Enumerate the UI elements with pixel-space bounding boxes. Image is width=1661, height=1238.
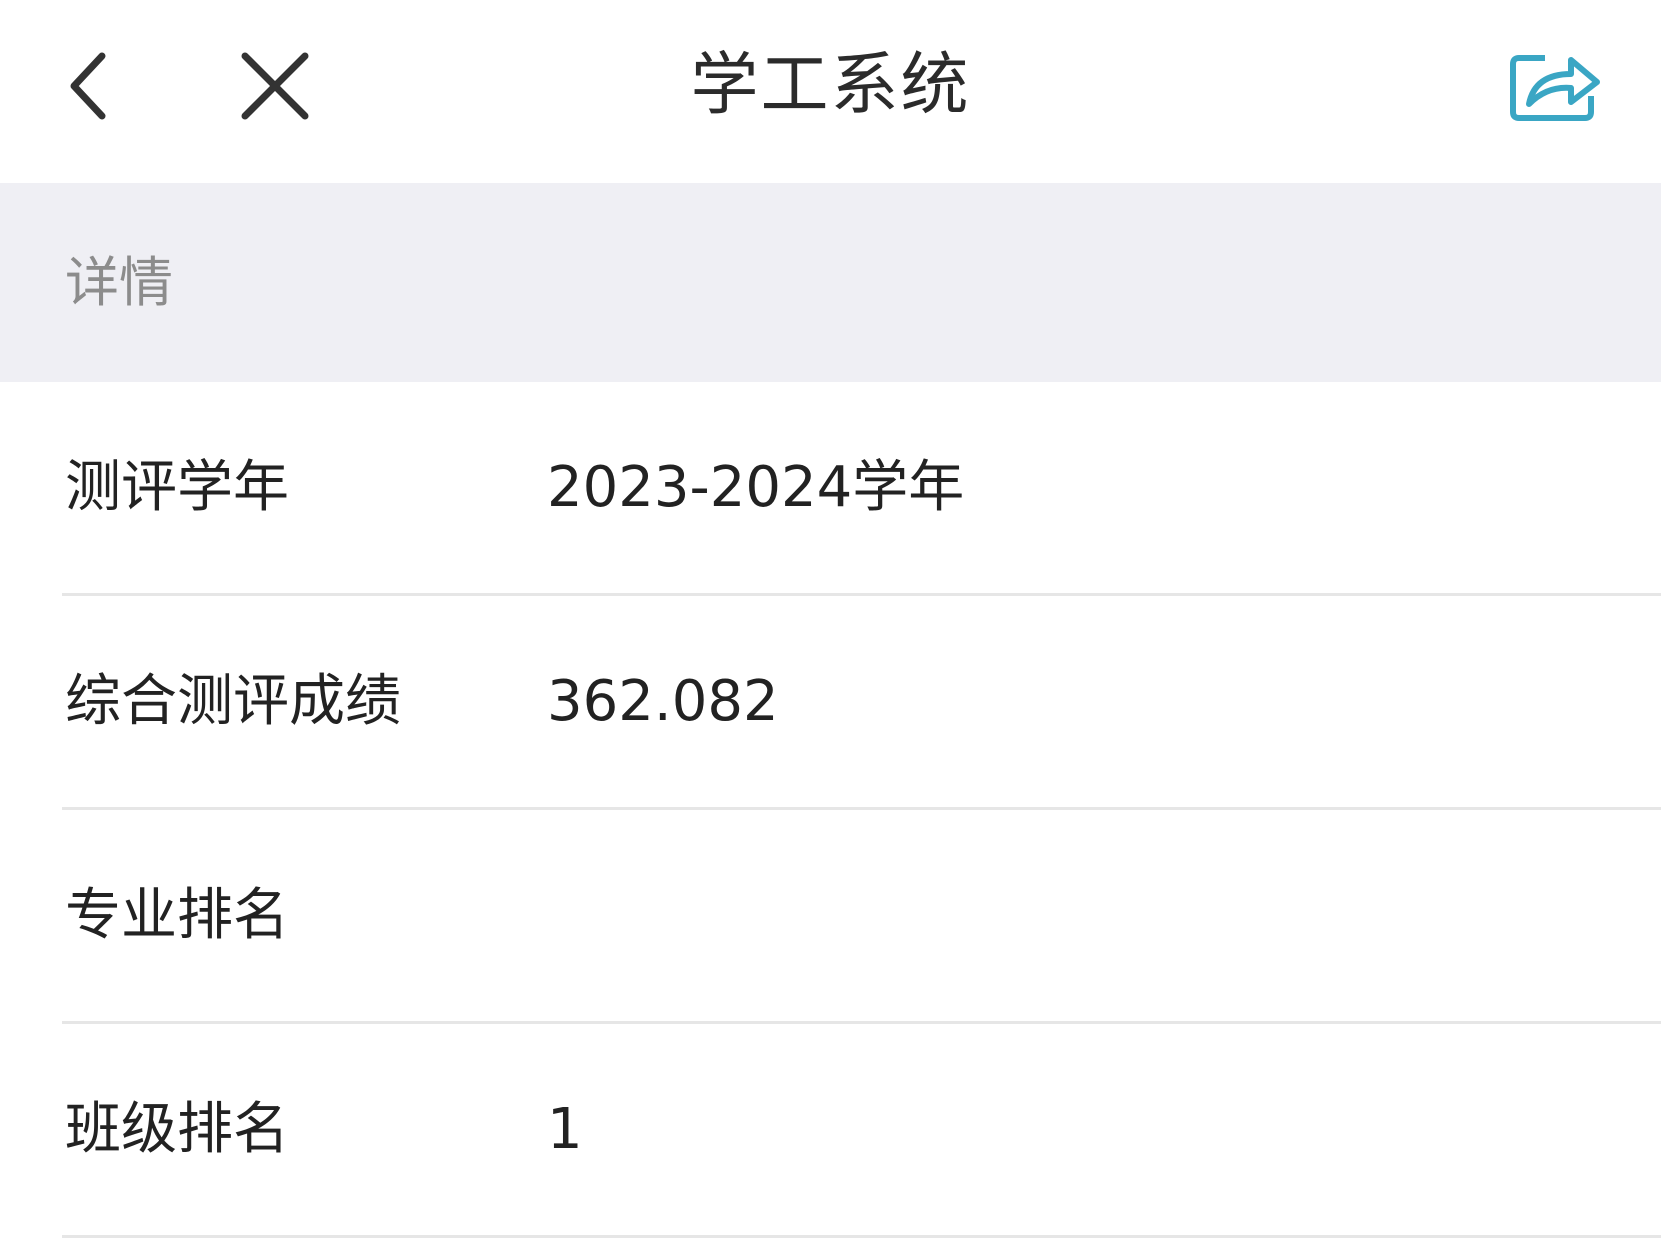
close-button[interactable] [225, 36, 325, 136]
row-label: 测评学年 [65, 455, 289, 520]
back-button[interactable] [50, 36, 130, 136]
detail-list: 测评学年 2023-2024学年 综合测评成绩 362.082 专业排名 班级排… [0, 382, 1661, 1238]
close-icon [241, 52, 309, 120]
share-button[interactable] [1495, 36, 1615, 136]
detail-row-major-rank: 专业排名 [62, 810, 1661, 1024]
section-title: 详情 [65, 251, 173, 314]
detail-row-class-rank: 班级排名 1 [62, 1024, 1661, 1238]
navigation-bar: 学工系统 [0, 0, 1661, 183]
row-value: 362.082 [547, 669, 779, 734]
row-label: 综合测评成绩 [65, 669, 401, 734]
section-header: 详情 [0, 183, 1661, 382]
row-label: 专业排名 [65, 883, 289, 948]
detail-row-assessment-year: 测评学年 2023-2024学年 [62, 382, 1661, 596]
chevron-left-icon [70, 52, 106, 120]
share-icon [1510, 55, 1600, 121]
row-value: 1 [547, 1097, 583, 1162]
row-label: 班级排名 [65, 1097, 289, 1162]
row-value: 2023-2024学年 [547, 455, 965, 520]
detail-row-comprehensive-score: 综合测评成绩 362.082 [62, 596, 1661, 810]
